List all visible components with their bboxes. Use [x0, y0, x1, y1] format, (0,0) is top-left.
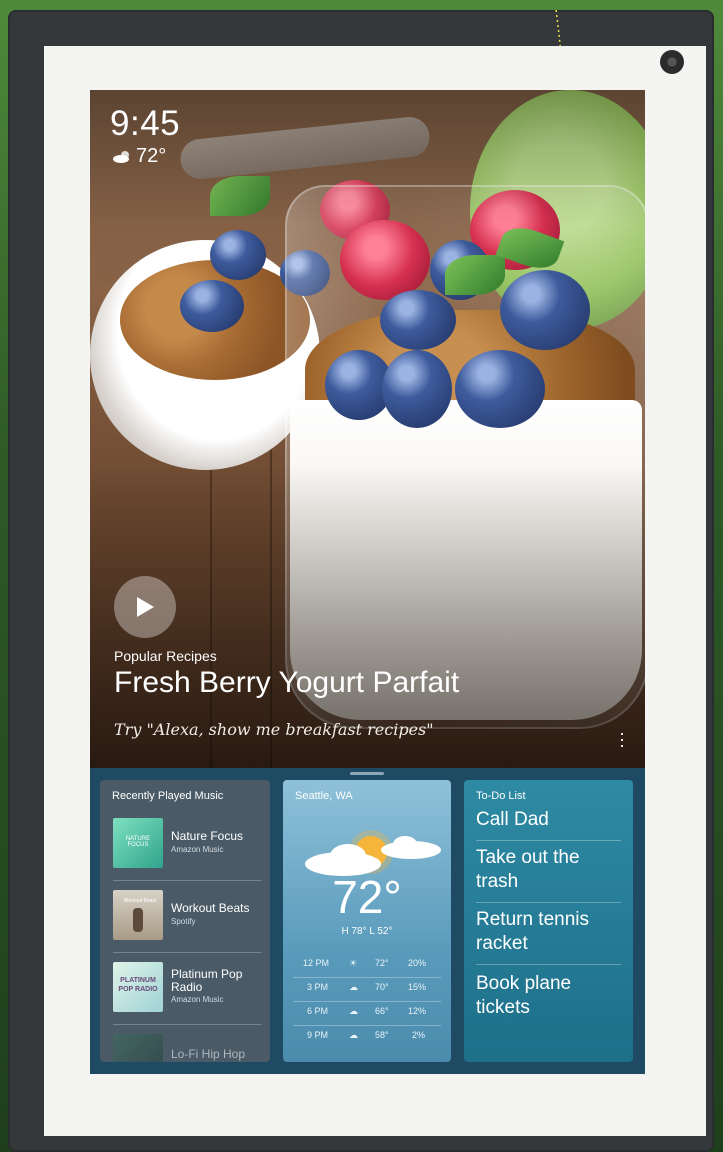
todo-item[interactable]: Return tennis racket: [476, 908, 626, 956]
display-screen: 9:45 72° Popular Recipes Fresh Berry Yog…: [90, 90, 645, 1074]
play-icon: [137, 597, 154, 617]
album-art: [113, 1034, 163, 1062]
forecast-row: 3 PM ☁ 70° 15%: [307, 982, 427, 992]
current-weather: 72°: [112, 145, 166, 168]
todo-list-card[interactable]: To-Do List Call Dad Take out the trash R…: [464, 780, 633, 1062]
current-temperature: 72°: [136, 145, 167, 167]
music-item[interactable]: Lo-Fi Hip Hop: [113, 1034, 263, 1062]
todo-item[interactable]: Take out the trash: [476, 846, 626, 894]
todo-item[interactable]: Book plane tickets: [476, 972, 626, 1020]
forecast-row: 12 PM ☀ 72° 20%: [303, 958, 427, 968]
voice-hint: Try "Alexa, show me breakfast recipes": [114, 720, 434, 739]
cloud-icon: ☁: [349, 1030, 358, 1040]
tray-handle[interactable]: [350, 772, 384, 775]
todo-header: To-Do List: [476, 790, 526, 802]
recently-played-music-card[interactable]: Recently Played Music NATURE FOCUS Natur…: [100, 780, 270, 1062]
camera-icon: [660, 50, 684, 74]
weather-temperature: 72°: [332, 871, 402, 923]
music-item[interactable]: Workout Beats Workout Beats Spotify: [113, 890, 263, 940]
cloud-icon: ☁: [349, 982, 358, 992]
hero-category: Popular Recipes: [114, 648, 217, 664]
clock-time: 9:45: [110, 104, 181, 143]
hero-title[interactable]: Fresh Berry Yogurt Parfait: [114, 666, 459, 700]
weather-location: Seattle, WA: [295, 790, 353, 802]
album-art: NATURE FOCUS: [113, 818, 163, 868]
music-item[interactable]: NATURE FOCUS Nature Focus Amazon Music: [113, 818, 263, 868]
todo-item[interactable]: Call Dad: [476, 808, 626, 832]
cloud-icon: ☁: [349, 1006, 358, 1016]
play-button[interactable]: [114, 576, 176, 638]
forecast-row: 6 PM ☁ 66° 12%: [307, 1006, 427, 1016]
music-card-header: Recently Played Music: [112, 790, 224, 802]
album-art: Workout Beats: [113, 890, 163, 940]
forecast-row: 9 PM ☁ 58° 2%: [307, 1030, 426, 1040]
sun-icon: ☀: [349, 958, 358, 968]
cloud-sun-icon: [113, 150, 129, 163]
music-item[interactable]: PLATINUM POP RADIO Platinum Pop Radio Am…: [113, 962, 263, 1012]
vertical-dots-icon[interactable]: · · ·: [614, 724, 630, 754]
weather-card[interactable]: Seattle, WA 72° H 78° L 52° 12 PM ☀ 72° …: [283, 780, 451, 1062]
album-art: PLATINUM POP RADIO: [113, 962, 163, 1012]
weather-high-low: H 78° L 52°: [341, 926, 393, 937]
